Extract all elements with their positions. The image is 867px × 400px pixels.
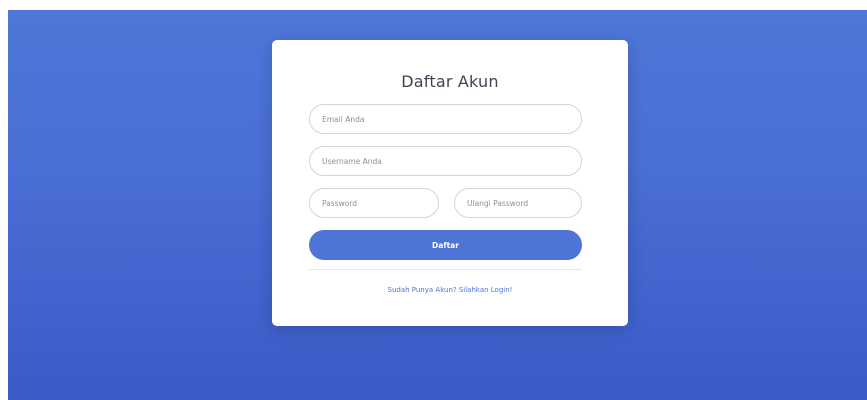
username-input[interactable] (309, 146, 582, 176)
page-background: Daftar Akun Daftar Sudah Punya Akun? Sil… (8, 10, 867, 400)
register-button[interactable]: Daftar (309, 230, 582, 260)
page-title: Daftar Akun (401, 72, 499, 91)
register-card: Daftar Akun Daftar Sudah Punya Akun? Sil… (272, 40, 628, 326)
repeat-password-input[interactable] (454, 188, 582, 218)
login-link[interactable]: Sudah Punya Akun? Silahkan Login! (272, 286, 628, 294)
divider (309, 269, 582, 270)
email-input[interactable] (309, 104, 582, 134)
password-input[interactable] (309, 188, 439, 218)
